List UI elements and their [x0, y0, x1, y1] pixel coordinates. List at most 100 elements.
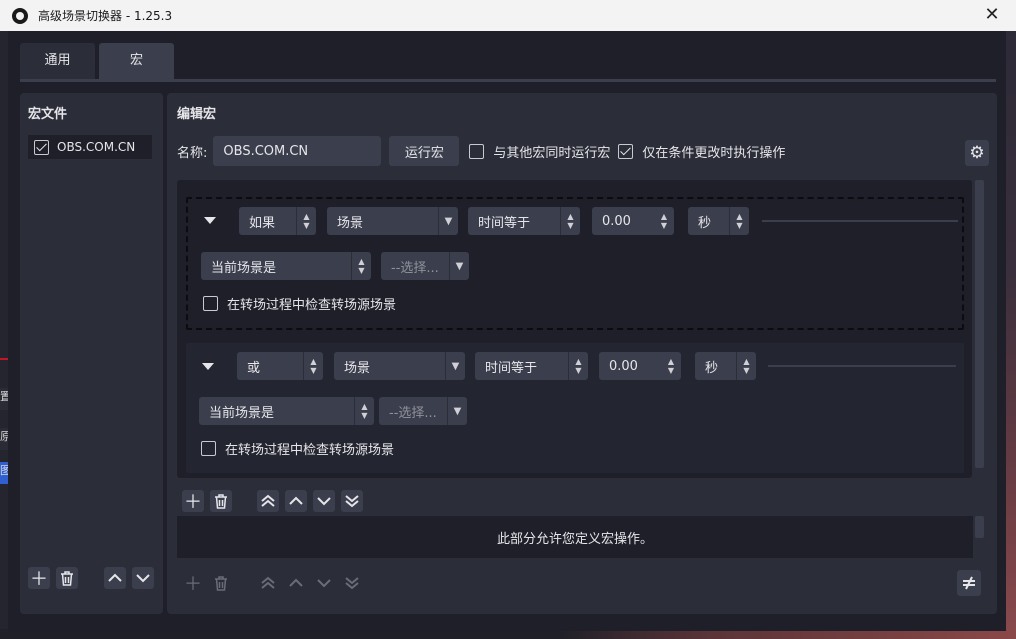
conditions-area: 如果 ▲ ▼ 场景 ▼ 时间等于 ▲ ▼ 0.00 ▲ ▼ 秒 ▲ ▼ 当前场景… — [177, 180, 972, 478]
macro-files-title: 宏文件 — [28, 107, 68, 122]
run-macro-button[interactable]: 运行宏 — [389, 136, 460, 166]
actions-scrollbar[interactable] — [975, 516, 984, 538]
updown-arrows-icon: ▲ ▼ — [560, 207, 580, 235]
tab-macro[interactable]: 宏 — [99, 43, 174, 79]
condition-type-select[interactable]: 场景 ▼ — [334, 352, 465, 380]
updown-arrows-icon: ▲ ▼ — [351, 252, 371, 280]
move-macro-down-button[interactable] — [132, 567, 154, 589]
only-on-change-label: 仅在条件更改时执行操作 — [642, 145, 786, 161]
updown-arrows-icon: ▲ ▼ — [568, 352, 588, 380]
move-condition-bottom-button[interactable] — [341, 490, 363, 512]
collapse-triangle-icon[interactable] — [202, 363, 214, 370]
conditions-scrollbar[interactable] — [975, 180, 984, 468]
move-action-bottom-button[interactable] — [341, 572, 363, 594]
spin-arrows-icon[interactable]: ▲ ▼ — [661, 352, 681, 380]
background-desktop-right — [1006, 30, 1016, 639]
macro-name-row: 名称: OBS.COM.CN 运行宏 与其他宏同时运行宏 仅在条件更改时执行操作 — [177, 136, 785, 166]
duration-spinbox[interactable]: 0.00 ▲ ▼ — [592, 207, 674, 235]
plus-icon: ＋ — [184, 492, 202, 513]
scene-mode-select[interactable]: 当前场景是 ▲ ▼ — [199, 397, 374, 425]
macro-name-input[interactable]: OBS.COM.CN — [213, 136, 382, 166]
actions-hint: 此部分允许您定义宏操作。 — [496, 531, 653, 547]
move-macro-up-button[interactable] — [104, 567, 126, 589]
not-equal-icon — [963, 576, 975, 590]
transition-check-row: 在转场过程中检查转场源场景 — [203, 294, 396, 313]
time-compare-select[interactable]: 时间等于 ▲ ▼ — [468, 207, 580, 235]
macro-enabled-checkbox[interactable] — [34, 139, 49, 155]
chevron-down-icon: ▼ — [438, 207, 458, 235]
time-compare-select[interactable]: 时间等于 ▲ ▼ — [475, 352, 588, 380]
updown-arrows-icon: ▲ ▼ — [729, 207, 749, 235]
background-text-fragment: 置 — [0, 388, 8, 410]
move-action-up-button[interactable] — [285, 572, 307, 594]
transition-label: 在转场过程中检查转场源场景 — [227, 298, 397, 313]
duration-value: 0.00 — [602, 213, 631, 229]
move-condition-down-button[interactable] — [313, 490, 335, 512]
tab-underline — [20, 79, 996, 82]
delete-macro-button[interactable] — [56, 567, 78, 589]
transition-checkbox[interactable] — [203, 296, 218, 311]
macro-files-panel: 宏文件 OBS.COM.CN ＋ — [20, 93, 163, 614]
duration-spinbox[interactable]: 0.00 ▲ ▼ — [599, 352, 681, 380]
macro-item-label: OBS.COM.CN — [57, 140, 136, 154]
scene-select[interactable]: --选择... ▼ — [381, 252, 469, 280]
move-condition-top-button[interactable] — [257, 490, 279, 512]
logic-value: 或 — [247, 360, 261, 376]
chevron-down-icon: ▼ — [447, 397, 467, 425]
scene-mode-value: 当前场景是 — [209, 405, 275, 421]
logic-select[interactable]: 或 ▲ ▼ — [237, 352, 323, 380]
only-on-change-checkbox[interactable] — [618, 143, 634, 159]
time-compare-value: 时间等于 — [478, 215, 531, 231]
scene-select-placeholder: --选择... — [391, 260, 439, 276]
updown-arrows-icon: ▲ ▼ — [354, 397, 374, 425]
delete-action-button[interactable] — [210, 572, 232, 594]
collapse-triangle-icon[interactable] — [204, 217, 216, 224]
toggle-split-button[interactable] — [957, 570, 981, 596]
time-unit-select[interactable]: 秒 ▲ ▼ — [688, 207, 749, 235]
condition-block[interactable]: 或 ▲ ▼ 场景 ▼ 时间等于 ▲ ▼ 0.00 ▲ ▼ 秒 ▲ ▼ 当前场景是… — [186, 343, 964, 473]
chevron-down-icon — [317, 579, 331, 588]
move-action-top-button[interactable] — [257, 572, 279, 594]
scene-select-placeholder: --选择... — [389, 405, 437, 421]
settings-button[interactable]: ⚙ — [965, 140, 989, 166]
add-macro-button[interactable]: ＋ — [28, 567, 50, 590]
scene-mode-value: 当前场景是 — [211, 260, 277, 276]
chevron-down-icon: ▼ — [445, 352, 465, 380]
delete-condition-button[interactable] — [210, 490, 232, 512]
background-desktop-left: 置 原 图 — [0, 30, 8, 639]
add-condition-button[interactable]: ＋ — [182, 490, 204, 513]
divider — [768, 365, 956, 367]
background-text-fragment: 图 — [0, 462, 8, 484]
time-unit-select[interactable]: 秒 ▲ ▼ — [695, 352, 756, 380]
trash-icon — [215, 575, 227, 591]
transition-label: 在转场过程中检查转场源场景 — [225, 443, 395, 458]
dialog-window: 通用 宏 宏文件 OBS.COM.CN ＋ 编辑宏 名称: OBS.COM.CN… — [8, 31, 1006, 631]
edit-macro-panel: 编辑宏 名称: OBS.COM.CN 运行宏 与其他宏同时运行宏 仅在条件更改时… — [167, 93, 997, 614]
add-action-button[interactable]: ＋ — [182, 572, 204, 595]
transition-checkbox[interactable] — [201, 441, 216, 456]
gear-icon: ⚙ — [969, 143, 985, 163]
list-item-macro[interactable]: OBS.COM.CN — [28, 135, 152, 159]
tab-general[interactable]: 通用 — [20, 43, 95, 79]
move-action-down-button[interactable] — [313, 572, 335, 594]
chevron-up-icon — [108, 573, 122, 582]
chevron-down-icon — [317, 497, 331, 506]
logic-select[interactable]: 如果 ▲ ▼ — [239, 207, 316, 235]
time-unit-value: 秒 — [698, 215, 712, 231]
move-condition-up-button[interactable] — [285, 490, 307, 512]
close-icon[interactable]: ✕ — [982, 5, 1002, 25]
plus-icon: ＋ — [184, 574, 202, 595]
scene-select[interactable]: --选择... ▼ — [379, 397, 467, 425]
window-title: 高级场景切换器 - 1.25.3 — [38, 9, 173, 23]
condition-block[interactable]: 如果 ▲ ▼ 场景 ▼ 时间等于 ▲ ▼ 0.00 ▲ ▼ 秒 ▲ ▼ 当前场景… — [186, 197, 964, 330]
edit-macro-title: 编辑宏 — [177, 107, 217, 122]
parallel-run-checkbox[interactable] — [469, 143, 485, 159]
trash-icon — [61, 570, 73, 586]
condition-type-select[interactable]: 场景 ▼ — [327, 207, 458, 235]
plus-icon: ＋ — [30, 569, 48, 590]
condition-type-value: 场景 — [337, 215, 364, 231]
background-text-fragment: 原 — [0, 428, 8, 450]
spin-arrows-icon[interactable]: ▲ ▼ — [654, 207, 674, 235]
scene-mode-select[interactable]: 当前场景是 ▲ ▼ — [201, 252, 371, 280]
name-label: 名称: — [177, 145, 208, 161]
